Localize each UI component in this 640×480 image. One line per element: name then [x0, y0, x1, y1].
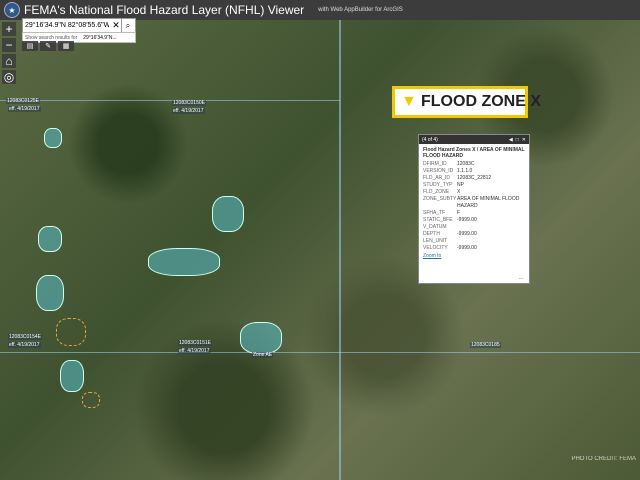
popup-title: Flood Hazard Zones X / AREA OF MINIMAL F…	[423, 147, 525, 159]
popup-field-key: VERSION_ID	[423, 168, 454, 174]
panel-label: eff. 4/19/2017	[8, 342, 41, 348]
flood-zone-polygon[interactable]	[38, 226, 62, 252]
previous-feature-icon[interactable]: ◀	[509, 137, 513, 143]
popup-field-value: X	[457, 189, 461, 195]
panel-boundary-line	[0, 100, 340, 101]
popup-field-row: ZONE_SUBTY AREA OF MINIMAL FLOOD HAZARD	[419, 196, 529, 210]
search-input[interactable]	[23, 20, 111, 31]
popup-field-value: 1.1.1.0	[457, 168, 473, 174]
photo-credit: PHOTO CREDIT: FEMA	[571, 456, 636, 462]
popup-field-row: DEPTH -9999.00	[419, 231, 529, 238]
popup-field-value: 12083C	[457, 161, 475, 167]
popup-header: (4 of 4) ◀ □ ✕	[419, 135, 529, 144]
feature-popup: (4 of 4) ◀ □ ✕ Flood Hazard Zones X / AR…	[418, 134, 530, 284]
satellite-map[interactable]: 12083C0125E eff. 4/19/2017 12083C0150E e…	[0, 0, 640, 480]
ruler-icon: ✎	[45, 43, 51, 50]
maximize-icon[interactable]: □	[516, 137, 519, 143]
search-icon: ⌕	[125, 20, 131, 30]
flood-zone-callout: ▼ FLOOD ZONE X	[392, 86, 541, 118]
popup-field-value: -9999.00	[457, 217, 477, 223]
popup-field-row: STATIC_BFE -9999.00	[419, 217, 529, 224]
panel-label: eff. 4/19/2017	[172, 108, 205, 114]
popup-field-row: V_DATUM	[419, 224, 529, 231]
popup-field-row: VERSION_ID 1.1.1.0	[419, 168, 529, 175]
popup-field-key: V_DATUM	[423, 224, 447, 230]
popup-field-key: LEN_UNIT	[423, 238, 448, 244]
popup-field-row: FLD_AR_ID 12083C_22812	[419, 175, 529, 182]
popup-field-value: F	[457, 210, 461, 216]
layers-icon: ▤	[26, 43, 34, 50]
popup-field-value: -9999.00	[457, 231, 477, 237]
popup-field-row: VELOCITY -9999.00	[419, 245, 529, 252]
popup-field-row: SFHA_TF F	[419, 210, 529, 217]
map-zoom-controls: + − ⌂ ◎	[2, 22, 16, 84]
popup-field-value	[457, 224, 525, 231]
print-button[interactable]: ▦	[58, 41, 74, 51]
close-icon[interactable]: ✕	[522, 137, 526, 143]
popup-field-row: DFIRM_ID 12083C	[419, 161, 529, 168]
flood-zone-polygon[interactable]	[36, 275, 64, 311]
panel-boundary-line	[0, 352, 640, 353]
panel-label: 12083C0185	[470, 342, 501, 348]
flood-zone-polygon[interactable]	[60, 360, 84, 392]
panel-label: 12083C0154E	[8, 334, 42, 340]
popup-field-value: NP	[457, 182, 464, 188]
popup-field-key: FLD_ZONE	[423, 189, 450, 195]
clear-search-icon[interactable]: ✕	[111, 20, 121, 31]
popup-field-value: 12083C_22812	[457, 175, 492, 181]
popup-field-key: ZONE_SUBTY	[423, 196, 457, 202]
locate-icon: ◎	[3, 70, 15, 84]
location-pin-icon: ▼	[401, 93, 417, 110]
suggestion-prefix: Show search results for	[25, 34, 78, 41]
panel-label: 12083C0151E	[178, 340, 212, 346]
panel-label: eff. 4/19/2017	[178, 348, 211, 354]
popup-more[interactable]: ...	[519, 275, 523, 281]
popup-field-key: DEPTH	[423, 231, 440, 237]
print-icon: ▦	[62, 43, 70, 50]
zoom-in-button[interactable]: +	[2, 22, 16, 36]
measure-button[interactable]: ✎	[40, 41, 56, 51]
popup-field-key: STUDY_TYP	[423, 182, 453, 188]
home-button[interactable]: ⌂	[2, 54, 16, 68]
popup-field-value	[457, 238, 525, 245]
flood-zone-polygon[interactable]	[44, 128, 62, 148]
header-bar: ★ FEMA's National Flood Hazard Layer (NF…	[0, 0, 640, 20]
home-icon: ⌂	[5, 54, 13, 68]
flood-zone-polygon[interactable]	[240, 322, 282, 354]
fema-logo-icon: ★	[4, 2, 20, 18]
locate-button[interactable]: ◎	[2, 70, 16, 84]
popup-field-key: VELOCITY	[423, 245, 448, 251]
panel-boundary-line	[339, 20, 341, 480]
popup-field-key: DFIRM_ID	[423, 161, 447, 167]
flood-zone-outline	[82, 392, 100, 408]
app-title: FEMA's National Flood Hazard Layer (NFHL…	[24, 3, 305, 17]
popup-field-value: AREA OF MINIMAL FLOOD HAZARD	[457, 196, 520, 209]
search-box: ✕ ⌕	[22, 18, 136, 33]
search-button[interactable]: ⌕	[121, 19, 134, 32]
flood-zone-outline	[56, 318, 86, 346]
flood-zone-polygon[interactable]	[148, 248, 220, 276]
flood-zone-label: FLOOD ZONE X	[421, 93, 541, 110]
popup-field-row: FLD_ZONE X	[419, 189, 529, 196]
popup-field-key: FLD_AR_ID	[423, 175, 450, 181]
zoom-to-link[interactable]: Zoom to	[419, 252, 529, 260]
panel-label: eff. 4/19/2017	[8, 106, 41, 112]
panel-label: 12083C0150E	[172, 100, 206, 106]
suggestion-value: 29°16'34.9"N...	[83, 34, 117, 41]
flood-zone-polygon[interactable]	[212, 196, 244, 232]
popup-field-row: LEN_UNIT	[419, 238, 529, 245]
popup-field-row: STUDY_TYP NP	[419, 182, 529, 189]
layers-button[interactable]: ▤	[22, 41, 38, 51]
panel-label: 12083C0125E	[6, 98, 40, 104]
popup-field-key: SFHA_TF	[423, 210, 446, 216]
popup-field-value: -9999.00	[457, 245, 477, 251]
zoom-out-button[interactable]: −	[2, 38, 16, 52]
popup-field-key: STATIC_BFE	[423, 217, 453, 223]
toolbar: ▤ ✎ ▦	[22, 41, 74, 51]
popup-counter: (4 of 4)	[422, 136, 438, 143]
zone-label: Zone AE	[252, 352, 274, 358]
app-subtitle: with Web AppBuilder for ArcGIS	[318, 7, 403, 13]
